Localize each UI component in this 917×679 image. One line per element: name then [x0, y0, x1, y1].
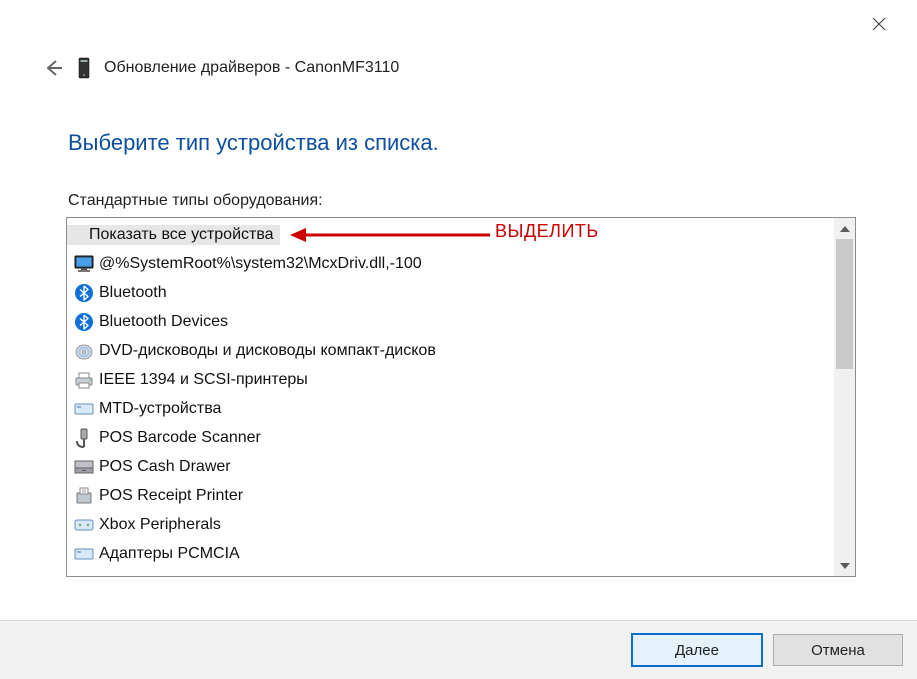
list-item-label: Xbox Peripherals: [99, 516, 221, 534]
monitor-icon: [73, 253, 95, 275]
list-item[interactable]: IEEE 1394 и SCSI-принтеры: [67, 365, 834, 394]
list-item[interactable]: @%SystemRoot%\system32\McxDriv.dll,-100: [67, 249, 834, 278]
list-item[interactable]: Bluetooth: [67, 278, 834, 307]
scroll-thumb[interactable]: [836, 239, 853, 369]
close-button[interactable]: [859, 10, 899, 38]
device-icon: [73, 543, 95, 565]
list-item-label: Показать все устройства: [67, 225, 280, 245]
page-heading: Выберите тип устройства из списка.: [68, 130, 439, 156]
list-item[interactable]: POS Barcode Scanner: [67, 423, 834, 452]
printer-icon: [73, 369, 95, 391]
list-item[interactable]: Xbox Peripherals: [67, 510, 834, 539]
list-item-label: @%SystemRoot%\system32\McxDriv.dll,-100: [99, 255, 422, 273]
device-icon: [76, 56, 92, 80]
scroll-track[interactable]: [834, 239, 855, 555]
list-item[interactable]: POS Receipt Printer: [67, 481, 834, 510]
device-type-listbox[interactable]: Показать все устройства @%SystemRoot%\sys…: [66, 217, 856, 577]
xbox-icon: [73, 514, 95, 536]
back-button[interactable]: [42, 57, 64, 79]
scroll-up-button[interactable]: [834, 218, 855, 239]
list-item[interactable]: MTD-устройства: [67, 394, 834, 423]
bluetooth-icon: [73, 311, 95, 333]
receipt-printer-icon: [73, 485, 95, 507]
list-item-label: Bluetooth Devices: [99, 313, 228, 331]
list-item-label: POS Receipt Printer: [99, 487, 243, 505]
scanner-icon: [73, 427, 95, 449]
list-item[interactable]: DVD-дисководы и дисководы компакт-дисков: [67, 336, 834, 365]
list-item-label: Адаптеры PCMCIA: [99, 545, 240, 563]
list-item-label: Bluetooth: [99, 284, 167, 302]
device-icon: [73, 398, 95, 420]
header: Обновление драйверов - CanonMF3110: [42, 56, 897, 80]
scrollbar[interactable]: [834, 218, 855, 576]
dialog-window: Обновление драйверов - CanonMF3110 Выбер…: [0, 0, 917, 679]
scroll-down-button[interactable]: [834, 555, 855, 576]
dialog-title: Обновление драйверов - CanonMF3110: [104, 59, 399, 77]
next-button[interactable]: Далее: [631, 633, 763, 667]
bluetooth-icon: [73, 282, 95, 304]
list-item[interactable]: Показать все устройства: [67, 220, 834, 249]
drawer-icon: [73, 456, 95, 478]
list-label: Стандартные типы оборудования:: [68, 192, 323, 210]
button-bar: Далее Отмена: [0, 620, 917, 679]
cancel-button[interactable]: Отмена: [773, 634, 903, 666]
list-item-label: IEEE 1394 и SCSI-принтеры: [99, 371, 308, 389]
list-item-label: MTD-устройства: [99, 400, 221, 418]
list-item[interactable]: Адаптеры PCMCIA: [67, 539, 834, 568]
list-item-label: POS Barcode Scanner: [99, 429, 261, 447]
disc-icon: [73, 340, 95, 362]
list-item-label: POS Cash Drawer: [99, 458, 231, 476]
list-item[interactable]: Bluetooth Devices: [67, 307, 834, 336]
list-item-label: DVD-дисководы и дисководы компакт-дисков: [99, 342, 436, 360]
list-item[interactable]: POS Cash Drawer: [67, 452, 834, 481]
